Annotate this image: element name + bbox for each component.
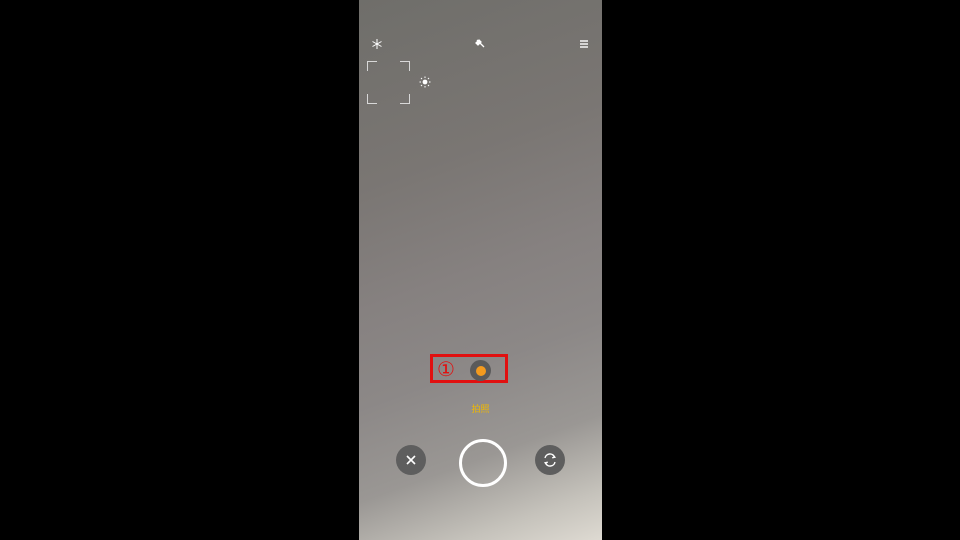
brightness-icon[interactable] bbox=[417, 74, 433, 90]
shutter-button[interactable] bbox=[459, 439, 507, 487]
focus-frame bbox=[367, 61, 410, 104]
close-icon bbox=[406, 455, 416, 465]
photo-mode-label[interactable]: 拍照 bbox=[359, 402, 602, 415]
camera-viewfinder: ① 拍照 bbox=[359, 0, 602, 540]
mode-indicator-dot bbox=[475, 365, 486, 376]
photo-mode-selector[interactable] bbox=[470, 360, 491, 381]
switch-camera-button[interactable] bbox=[535, 445, 565, 475]
flash-icon[interactable] bbox=[367, 34, 387, 54]
menu-icon[interactable] bbox=[574, 34, 594, 54]
switch-camera-icon bbox=[543, 453, 557, 467]
close-button[interactable] bbox=[396, 445, 426, 475]
effects-icon[interactable] bbox=[470, 34, 490, 54]
step-number-label: ① bbox=[437, 357, 455, 381]
